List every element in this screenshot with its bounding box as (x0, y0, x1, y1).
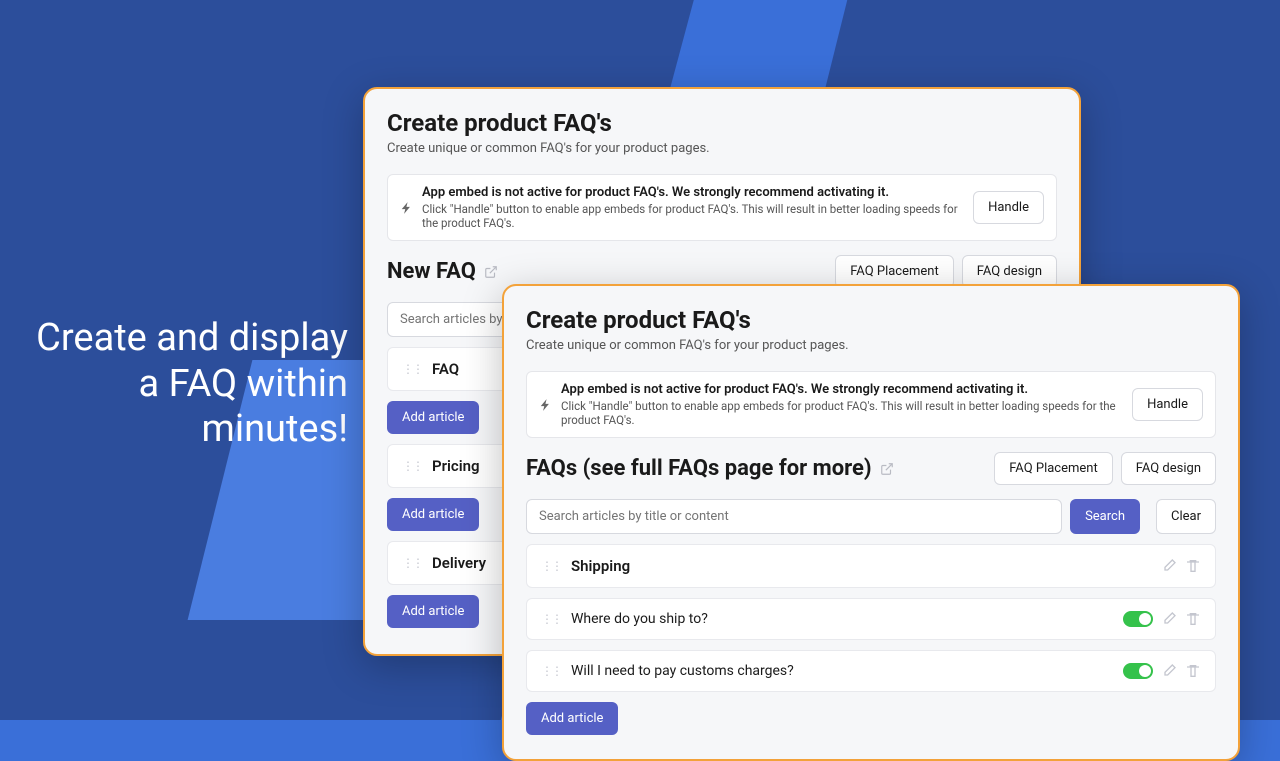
edit-icon[interactable] (1161, 663, 1177, 679)
handle-button[interactable]: Handle (973, 191, 1044, 224)
banner-description: Click "Handle" button to enable app embe… (561, 399, 1124, 427)
drag-handle-icon[interactable]: ⋮⋮ (541, 612, 561, 626)
edit-icon[interactable] (1161, 611, 1177, 627)
faq-placement-button[interactable]: FAQ Placement (994, 452, 1113, 485)
question-text: Where do you ship to? (571, 611, 708, 627)
add-article-button[interactable]: Add article (387, 401, 479, 434)
banner-description: Click "Handle" button to enable app embe… (422, 202, 965, 230)
search-button[interactable]: Search (1070, 499, 1140, 534)
app-embed-banner: App embed is not active for product FAQ'… (526, 371, 1216, 438)
external-link-icon[interactable] (880, 462, 894, 476)
bolt-icon (400, 201, 414, 215)
visibility-toggle[interactable] (1123, 611, 1153, 627)
clear-button[interactable]: Clear (1156, 499, 1216, 534)
trash-icon[interactable] (1185, 663, 1201, 679)
group-row[interactable]: ⋮⋮ Shipping (526, 544, 1216, 588)
app-embed-banner: App embed is not active for product FAQ'… (387, 174, 1057, 241)
edit-icon[interactable] (1161, 558, 1177, 574)
question-row[interactable]: ⋮⋮ Will I need to pay customs charges? (526, 650, 1216, 692)
add-article-button[interactable]: Add article (387, 498, 479, 531)
bolt-icon (539, 398, 553, 412)
section-title: FAQs (see full FAQs page for more) (526, 456, 894, 481)
group-label: FAQ (432, 360, 459, 378)
drag-handle-icon[interactable]: ⋮⋮ (541, 559, 561, 573)
search-input[interactable] (526, 499, 1062, 534)
banner-heading: App embed is not active for product FAQ'… (561, 382, 1028, 397)
group-label: Delivery (432, 554, 486, 572)
banner-heading: App embed is not active for product FAQ'… (422, 185, 889, 200)
question-text: Will I need to pay customs charges? (571, 663, 794, 679)
section-title-text: New FAQ (387, 259, 476, 284)
add-article-button[interactable]: Add article (526, 702, 618, 735)
faq-design-button[interactable]: FAQ design (1121, 452, 1216, 485)
group-label: Shipping (571, 557, 630, 575)
promo-tagline: Create and display a FAQ within minutes! (28, 316, 348, 453)
visibility-toggle[interactable] (1123, 663, 1153, 679)
panel-subtitle: Create unique or common FAQ's for your p… (526, 338, 1216, 353)
external-link-icon[interactable] (484, 265, 498, 279)
handle-button[interactable]: Handle (1132, 388, 1203, 421)
add-article-button[interactable]: Add article (387, 595, 479, 628)
section-title: New FAQ (387, 259, 498, 284)
section-title-text: FAQs (see full FAQs page for more) (526, 456, 872, 481)
panel-title: Create product FAQ's (387, 109, 1057, 137)
panel-title: Create product FAQ's (526, 306, 1216, 334)
trash-icon[interactable] (1185, 611, 1201, 627)
question-row[interactable]: ⋮⋮ Where do you ship to? (526, 598, 1216, 640)
faq-editor-panel-b: Create product FAQ's Create unique or co… (502, 284, 1240, 761)
drag-handle-icon[interactable]: ⋮⋮ (402, 459, 422, 473)
drag-handle-icon[interactable]: ⋮⋮ (402, 556, 422, 570)
trash-icon[interactable] (1185, 558, 1201, 574)
group-label: Pricing (432, 457, 480, 475)
drag-handle-icon[interactable]: ⋮⋮ (402, 362, 422, 376)
drag-handle-icon[interactable]: ⋮⋮ (541, 664, 561, 678)
panel-subtitle: Create unique or common FAQ's for your p… (387, 141, 1057, 156)
